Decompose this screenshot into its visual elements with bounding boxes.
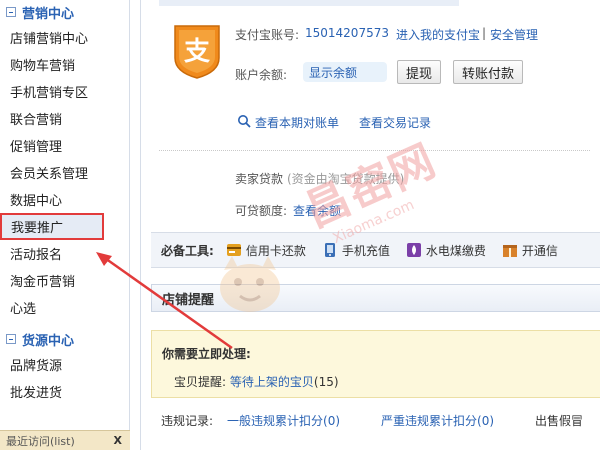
todo-heading: 你需要立即处理: [162,347,251,361]
tools-bar: 必备工具: 信用卡还款 手机充值 水电煤缴费 开通信 [151,232,600,268]
severe-violation-item[interactable]: 严重违规累计扣分(0) [381,412,494,429]
pending-listing-link[interactable]: 等待上架的宝贝 [230,375,314,389]
sidebar-item-promotions[interactable]: 促销管理 [0,132,129,159]
sidebar-item-joint-marketing[interactable]: 联合营销 [0,105,129,132]
utility-icon [406,243,421,257]
credit-view-link[interactable]: 查看余额 [293,202,341,219]
sidebar-item-brand-supply[interactable]: 品牌货源 [0,351,129,378]
alipay-account-value: 15014207573 [305,26,389,40]
sidebar-item-coins[interactable]: 淘金币营销 [0,267,129,294]
tool-phone-recharge[interactable]: 手机充值 [322,242,390,259]
credit-card-icon [226,244,241,256]
gift-icon [502,245,517,257]
notice-box: 你需要立即处理: 宝贝提醒: 等待上架的宝贝(15) [151,330,600,398]
enter-alipay-link[interactable]: 进入我的支付宝 [396,26,480,43]
tool-utility[interactable]: 水电煤缴费 [406,242,486,259]
section-title: 营销中心 [22,6,75,22]
section-marketing[interactable]: 营销中心 [0,0,129,24]
view-records-link[interactable]: 查看交易记录 [359,114,431,131]
close-icon[interactable]: X [114,434,122,447]
sidebar-item-wholesale[interactable]: 批发进货 [0,378,129,405]
reminder-row: 宝贝提醒: 等待上架的宝贝(15) [174,373,339,390]
reminder-label: 宝贝提醒: [174,375,227,389]
recent-visits-text: 最近访问(list) [6,434,75,448]
general-violation-item[interactable]: 一般违规累计扣分(0) [227,412,340,429]
sidebar-item-activities[interactable]: 活动报名 [0,240,129,267]
tool-label: 信用卡还款 [245,243,306,258]
svg-text:支: 支 [184,37,210,67]
general-violation-link[interactable]: 一般违规累计扣分 [227,414,323,428]
sidebar-item-promote[interactable]: 我要推广 [0,213,104,240]
seller-loan-label: 卖家贷款 [235,172,284,186]
collapse-icon[interactable] [6,7,16,17]
search-icon [238,115,251,128]
view-bill-link[interactable]: 查看本期对账单 [255,114,339,131]
alipay-logo-icon: 支 [174,25,220,79]
tool-label: 水电煤缴费 [425,243,486,258]
collapse-icon[interactable] [6,334,16,344]
general-violation-count: (0) [323,414,341,428]
tool-label: 手机充值 [341,243,390,258]
tool-credit-card[interactable]: 信用卡还款 [226,242,306,259]
severe-violation-count: (0) [477,414,495,428]
shop-notice-header: 店铺提醒 [151,284,600,312]
sidebar-item-crm[interactable]: 会员关系管理 [0,159,129,186]
sidebar-item-shop-marketing[interactable]: 店铺营销中心 [0,24,129,51]
withdraw-button[interactable]: 提现 [397,60,442,84]
recent-visits-bar[interactable]: 最近访问(list) X [0,430,130,450]
security-manage-link[interactable]: 安全管理 [490,26,538,43]
sidebar: 营销中心 店铺营销中心 购物车营销 手机营销专区 联合营销 促销管理 会员关系管… [0,0,130,450]
main-content: 支 支付宝账号: 15014207573 进入我的支付宝 | 安全管理 账户余额… [140,0,600,450]
sidebar-item-mobile-marketing[interactable]: 手机营销专区 [0,78,129,105]
credit-label: 可贷额度: [235,204,288,218]
violation-label: 违规记录: [161,414,214,428]
transfer-button[interactable]: 转账付款 [453,60,524,84]
show-balance-button[interactable]: 显示余额 [303,62,387,82]
reminder-count: (15) [313,375,339,389]
severe-violation-link[interactable]: 严重违规累计扣分 [381,414,477,428]
phone-icon [324,243,335,257]
sidebar-item-cart-marketing[interactable]: 购物车营销 [0,51,129,78]
sidebar-item-xinxuan[interactable]: 心选 [0,294,129,321]
divider [159,150,590,151]
tool-label: 开通信 [521,243,558,258]
tool-open-service[interactable]: 开通信 [502,242,558,259]
seller-loan-note: (资金由淘宝贷款提供) [287,172,405,186]
tools-title: 必备工具: [161,243,214,258]
section-supply[interactable]: 货源中心 [0,327,129,351]
alipay-account-label: 支付宝账号: [235,28,300,42]
section-title: 货源中心 [22,333,75,349]
counterfeit-link[interactable]: 出售假冒 [535,412,583,429]
link-separator: | [482,26,487,40]
top-strip [159,0,459,6]
sidebar-item-data-center[interactable]: 数据中心 [0,186,129,213]
balance-label: 账户余额: [235,68,288,82]
